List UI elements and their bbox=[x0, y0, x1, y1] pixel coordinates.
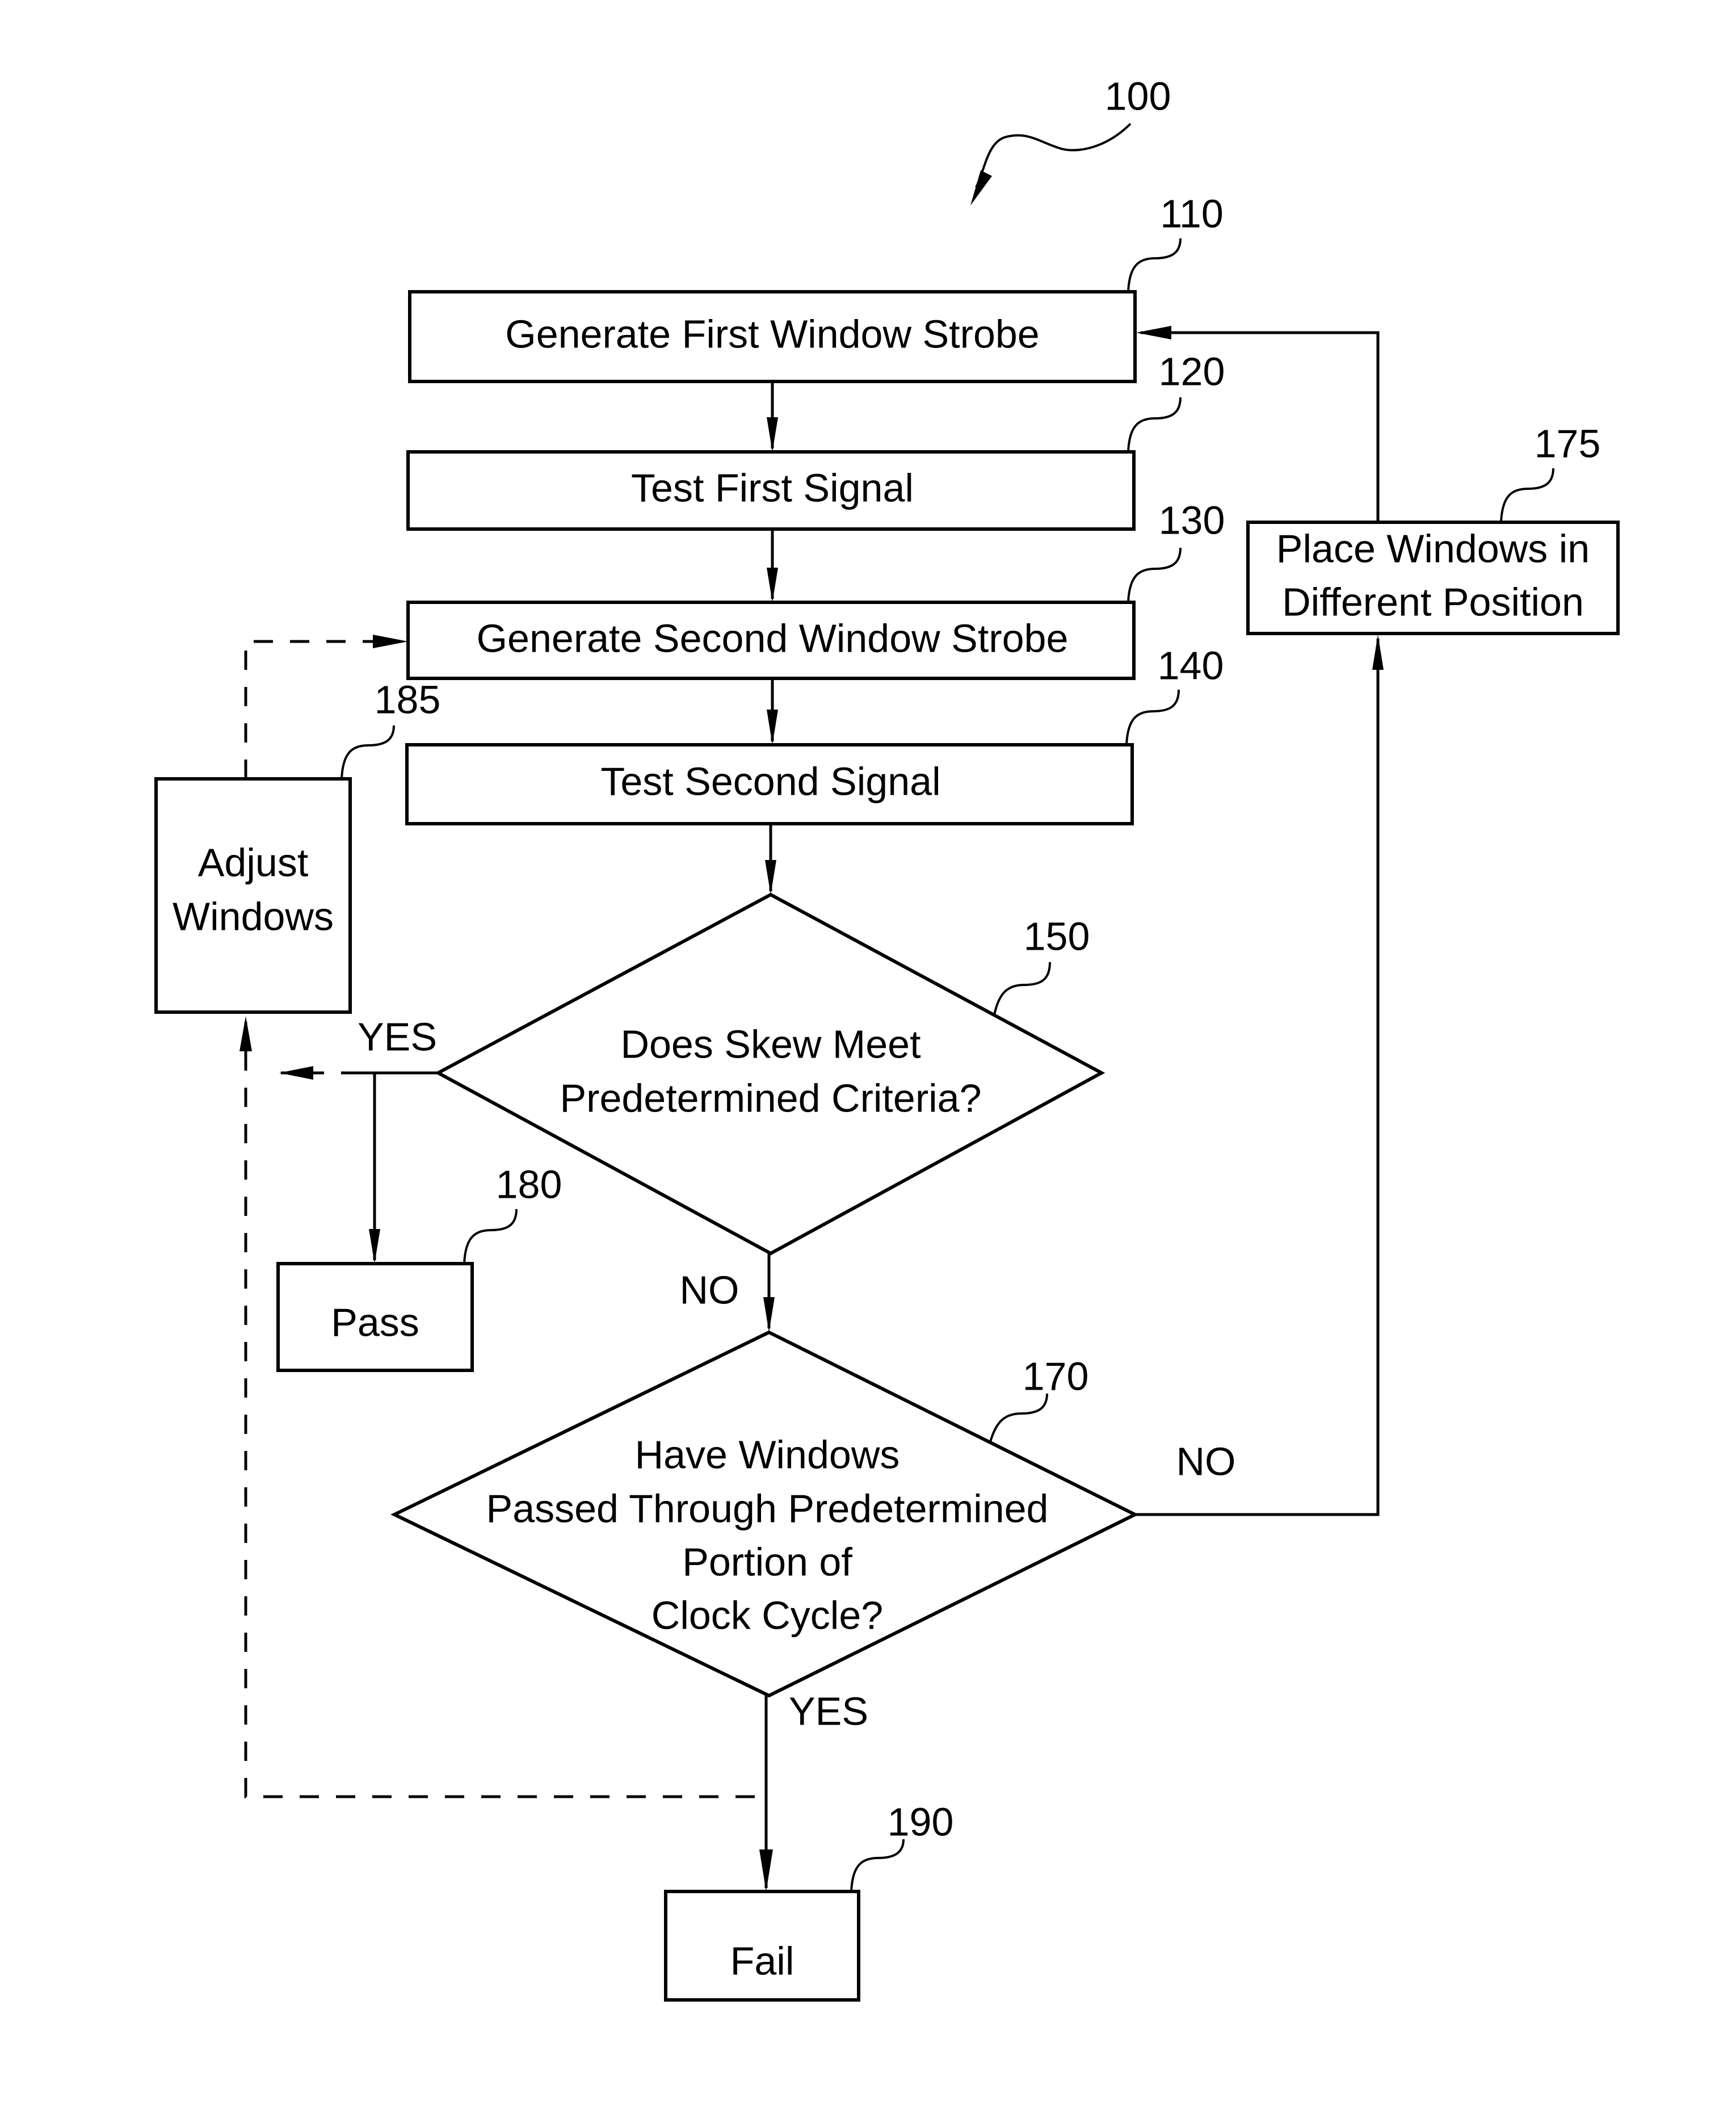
step-110-ref: 110 bbox=[1160, 191, 1224, 236]
decision-170-line-4: Clock Cycle? bbox=[651, 1593, 883, 1637]
step-120-label: Test First Signal bbox=[631, 465, 914, 510]
step-190-leader bbox=[850, 1839, 905, 1892]
connector-170-no bbox=[1135, 639, 1380, 1516]
step-110-label: Generate First Window Strobe bbox=[505, 312, 1039, 356]
arrowhead-180 bbox=[369, 1229, 380, 1264]
step-180-ref: 180 bbox=[496, 1162, 562, 1206]
decision-170-leader bbox=[989, 1393, 1048, 1442]
step-190-label: Fail bbox=[730, 1939, 795, 1983]
arrowhead-170 bbox=[763, 1297, 775, 1332]
decision-170-line-2: Passed Through Predetermined bbox=[486, 1486, 1049, 1530]
arrowhead-140 bbox=[767, 710, 778, 745]
step-175-line-2: Different Position bbox=[1282, 580, 1584, 624]
arrowhead-150 bbox=[765, 860, 776, 895]
step-190-ref: 190 bbox=[888, 1800, 954, 1844]
flowchart: 100 Generate First Window Strobe 110 Tes… bbox=[154, 74, 1620, 2002]
decision-170-yes-label: YES bbox=[789, 1689, 868, 1733]
dashed-arrowhead-130 bbox=[373, 635, 408, 648]
decision-150-line-2: Predetermined Criteria? bbox=[560, 1076, 981, 1120]
arrowhead-190 bbox=[759, 1849, 773, 1891]
step-180-leader bbox=[463, 1209, 518, 1264]
decision-170-no-label: NO bbox=[1176, 1439, 1236, 1483]
figure-ref-label: 100 bbox=[1105, 74, 1171, 118]
step-110-leader bbox=[1127, 238, 1182, 292]
step-120-ref: 120 bbox=[1159, 349, 1225, 393]
step-130-leader bbox=[1127, 547, 1182, 603]
dashed-connector-185-to-130 bbox=[244, 640, 375, 779]
step-175-line-1: Place Windows in bbox=[1276, 526, 1590, 571]
step-175-ref: 175 bbox=[1535, 421, 1601, 465]
dashed-arrowhead-left bbox=[279, 1066, 313, 1080]
decision-170-line-1: Have Windows bbox=[635, 1432, 900, 1477]
step-130-label: Generate Second Window Strobe bbox=[477, 616, 1069, 660]
step-180-label: Pass bbox=[331, 1300, 419, 1344]
step-185-line-1: Adjust bbox=[198, 840, 309, 884]
step-185-leader bbox=[341, 725, 395, 779]
decision-150-line-1: Does Skew Meet bbox=[620, 1022, 920, 1066]
decision-170-line-3: Portion of bbox=[682, 1540, 852, 1584]
decision-150-no-label: NO bbox=[680, 1268, 739, 1312]
dashed-arrowhead-185 bbox=[239, 1016, 252, 1051]
step-130-ref: 130 bbox=[1159, 498, 1225, 542]
step-140-leader bbox=[1125, 689, 1180, 745]
decision-150-yes-label: YES bbox=[358, 1014, 437, 1059]
figure-ref-arrowhead bbox=[970, 170, 992, 205]
decision-170-ref: 170 bbox=[1023, 1354, 1089, 1398]
step-140-label: Test Second Signal bbox=[600, 759, 940, 803]
arrowhead-110 bbox=[1136, 326, 1171, 339]
step-140-ref: 140 bbox=[1158, 643, 1224, 687]
figure-ref-leader bbox=[975, 123, 1132, 188]
step-185-ref: 185 bbox=[375, 677, 441, 722]
arrowhead-175 bbox=[1372, 635, 1384, 670]
step-175-leader bbox=[1500, 468, 1554, 523]
arrowhead-120 bbox=[767, 417, 778, 452]
arrowhead-130 bbox=[767, 568, 778, 602]
step-185-line-2: Windows bbox=[173, 894, 334, 938]
step-120-leader bbox=[1127, 397, 1182, 452]
decision-150-ref: 150 bbox=[1024, 914, 1090, 958]
decision-150-leader bbox=[993, 962, 1051, 1016]
